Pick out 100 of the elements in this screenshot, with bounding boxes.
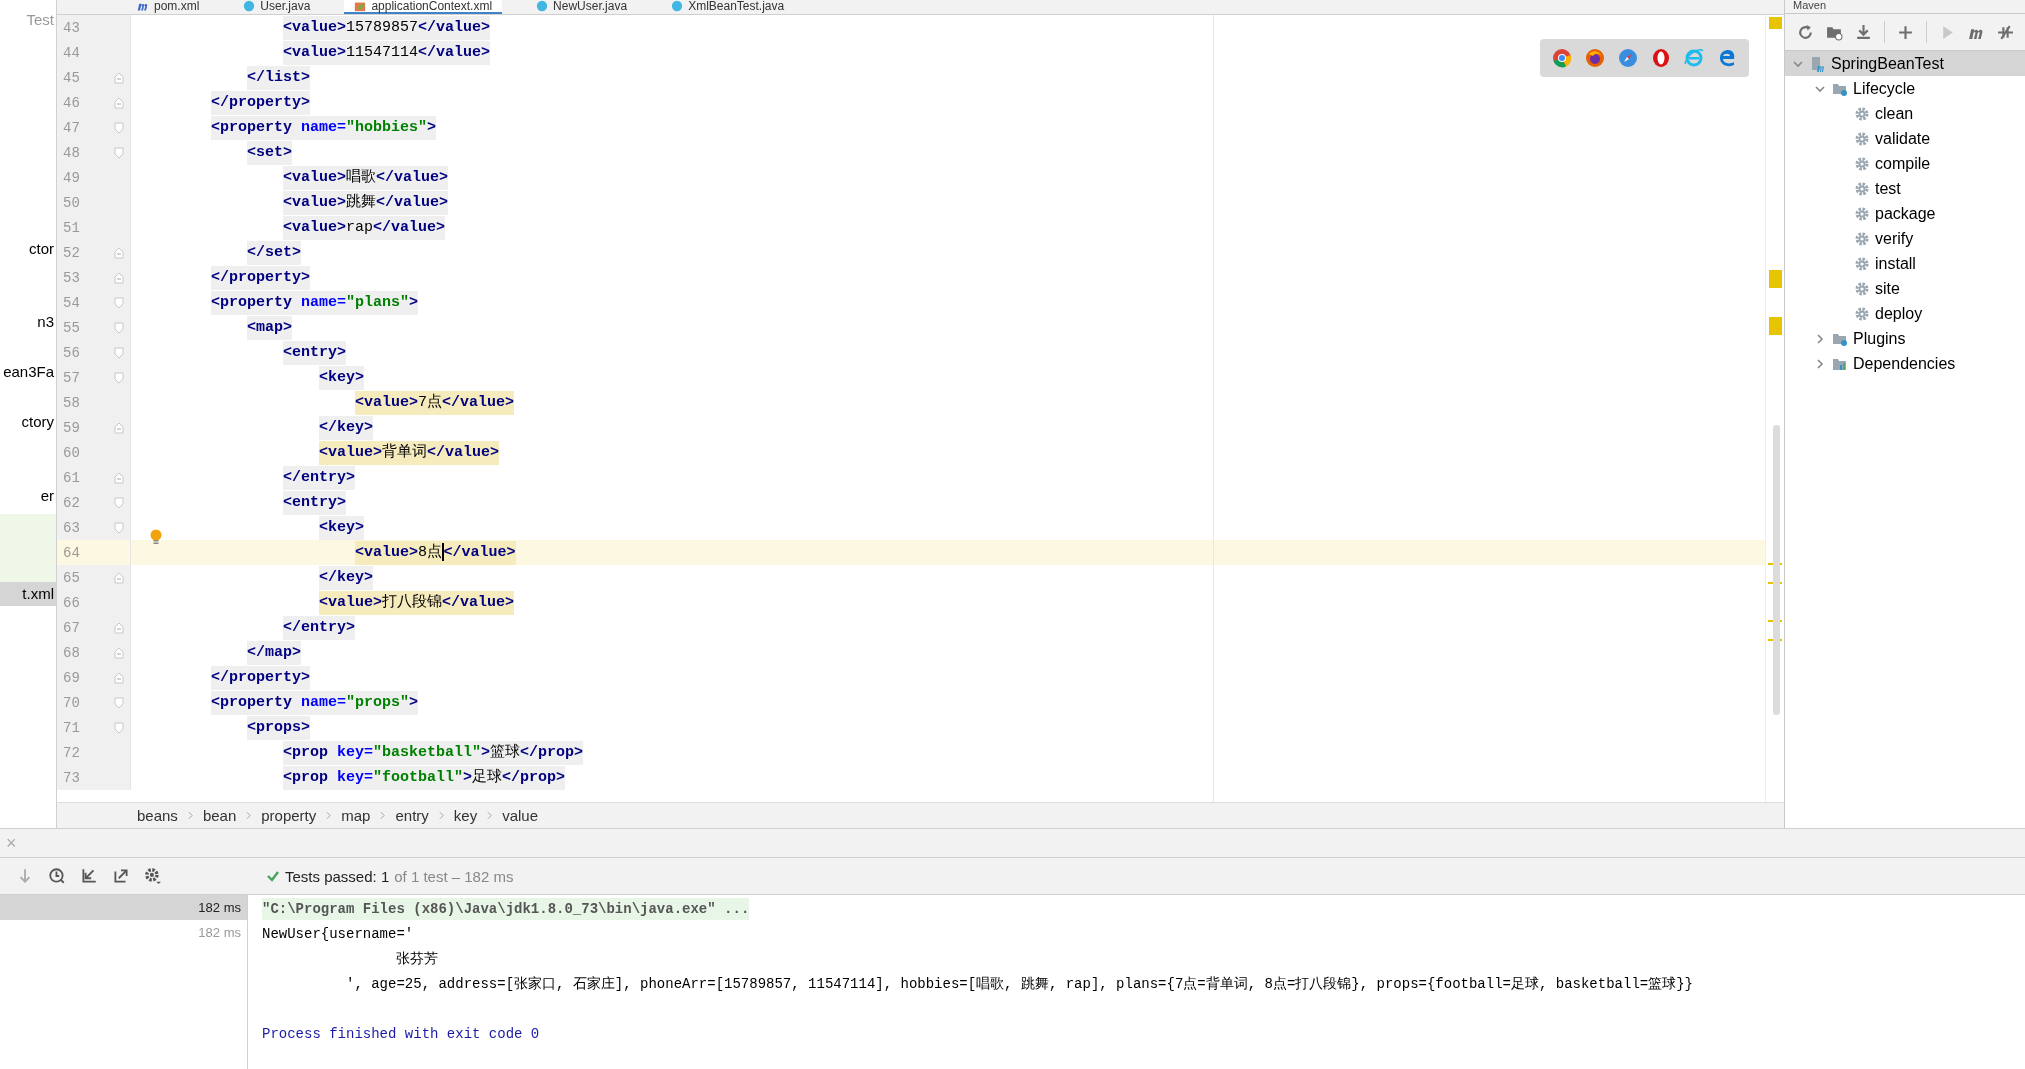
editor-tab[interactable]: XmlBeanTest.java: [661, 0, 795, 14]
warning-marker[interactable]: [1769, 17, 1782, 29]
console-line: Process finished with exit code 0: [262, 1025, 540, 1042]
editor-tab[interactable]: pom.xml: [127, 0, 210, 14]
download-icon[interactable]: [1855, 23, 1872, 41]
fold-marker-icon[interactable]: [114, 121, 124, 134]
panel-title: Maven: [1785, 0, 2025, 14]
fold-marker-icon[interactable]: [114, 71, 124, 84]
line-number: 62: [62, 494, 81, 511]
chevron-down-icon[interactable]: [1793, 58, 1803, 69]
maven-tree-item[interactable]: Plugins: [1785, 326, 2025, 351]
fold-marker-icon[interactable]: [114, 371, 124, 384]
maven-tree-item[interactable]: validate: [1785, 126, 2025, 151]
chevron-icon: [246, 811, 252, 820]
fold-marker-icon[interactable]: [114, 721, 124, 734]
skip-tests-icon[interactable]: [1997, 23, 2014, 41]
compass-icon[interactable]: [1618, 48, 1638, 68]
breadcrumb-item[interactable]: bean: [202, 807, 237, 824]
line-number: 71: [62, 719, 81, 736]
fold-marker-icon[interactable]: [114, 146, 124, 159]
warning-marker[interactable]: [1769, 317, 1782, 335]
fold-marker-icon[interactable]: [114, 271, 124, 284]
settings-icon[interactable]: [144, 867, 162, 885]
fold-marker-icon[interactable]: [114, 621, 124, 634]
fold-marker-icon[interactable]: [114, 671, 124, 684]
maven-tree-item[interactable]: SpringBeanTest: [1785, 51, 2025, 76]
plus-icon[interactable]: [1897, 23, 1914, 41]
line-number: 66: [62, 594, 81, 611]
breadcrumb-item[interactable]: key: [453, 807, 478, 824]
line-number: 59: [62, 419, 81, 436]
breadcrumb-item[interactable]: map: [341, 807, 371, 824]
editor-tab[interactable]: NewUser.java: [526, 0, 638, 14]
breadcrumb-item[interactable]: entry: [395, 807, 429, 824]
project-tree-item[interactable]: ctor: [0, 237, 56, 261]
line-number: 73: [62, 769, 81, 786]
gear-icon: [1854, 255, 1870, 272]
line-number: 45: [62, 69, 81, 86]
line-number: 58: [62, 394, 81, 411]
editor-tab[interactable]: applicationContext.xml: [344, 0, 503, 14]
maven-tree-item[interactable]: Lifecycle: [1785, 76, 2025, 101]
gear-icon: [1854, 280, 1870, 297]
maven-tree-item[interactable]: install: [1785, 251, 2025, 276]
fold-marker-icon[interactable]: [114, 646, 124, 659]
fold-marker-icon[interactable]: [114, 96, 124, 109]
firefox-icon[interactable]: [1585, 48, 1605, 68]
chrome-icon[interactable]: [1552, 48, 1572, 68]
maven-tree-item[interactable]: verify: [1785, 226, 2025, 251]
lightbulb-icon[interactable]: [149, 528, 163, 547]
chevron-right-icon[interactable]: [1815, 333, 1825, 344]
line-number: 48: [62, 144, 81, 161]
chevron-right-icon[interactable]: [1815, 358, 1825, 369]
line-number: 67: [62, 619, 81, 636]
gear-icon: [1854, 155, 1870, 172]
fold-marker-icon[interactable]: [114, 421, 124, 434]
editor-tab[interactable]: User.java: [233, 0, 321, 14]
fold-marker-icon[interactable]: [114, 296, 124, 309]
project-tree-item[interactable]: ean3Fa: [0, 360, 56, 384]
fold-marker-icon[interactable]: [114, 571, 124, 584]
project-tree-item[interactable]: n3: [0, 310, 56, 334]
clock-icon[interactable]: [48, 867, 66, 885]
opera-icon[interactable]: [1651, 48, 1671, 68]
maven-project-icon: [1810, 55, 1826, 72]
fold-marker-icon[interactable]: [114, 346, 124, 359]
warning-marker[interactable]: [1769, 270, 1782, 288]
edge-icon[interactable]: [1717, 48, 1737, 68]
line-number: 68: [62, 644, 81, 661]
export-icon[interactable]: [112, 867, 130, 885]
test-tree-item[interactable]: 182 ms: [0, 895, 247, 920]
gear-icon: [1854, 180, 1870, 197]
chevron-down-icon[interactable]: [1815, 83, 1825, 94]
project-tree-item[interactable]: ctory: [0, 410, 56, 434]
project-tree-item[interactable]: er: [0, 484, 56, 508]
maven-tree-item[interactable]: compile: [1785, 151, 2025, 176]
import-icon[interactable]: [80, 867, 98, 885]
fold-marker-icon[interactable]: [114, 696, 124, 709]
fold-marker-icon[interactable]: [114, 521, 124, 534]
maven-tree-item[interactable]: test: [1785, 176, 2025, 201]
breadcrumb-item[interactable]: value: [502, 807, 539, 824]
breadcrumb-item[interactable]: property: [261, 807, 317, 824]
line-number: 43: [62, 19, 81, 36]
gear-icon: [1854, 305, 1870, 322]
fold-marker-icon[interactable]: [114, 471, 124, 484]
refresh-icon[interactable]: [1797, 23, 1814, 41]
maven-tree-item[interactable]: deploy: [1785, 301, 2025, 326]
maven-tree-item[interactable]: clean: [1785, 101, 2025, 126]
maven-tree-item[interactable]: Dependencies: [1785, 351, 2025, 376]
breadcrumb-item[interactable]: beans: [137, 807, 178, 824]
fold-marker-icon[interactable]: [114, 496, 124, 509]
internet-explorer-icon[interactable]: [1684, 48, 1704, 68]
line-number: 61: [62, 469, 81, 486]
scrollbar-thumb[interactable]: [1773, 425, 1780, 715]
project-tree-item[interactable]: t.xml: [0, 582, 56, 606]
line-number: 72: [62, 744, 81, 761]
line-number: 69: [62, 669, 81, 686]
maven-tree-item[interactable]: package: [1785, 201, 2025, 226]
chevron-icon: [380, 811, 386, 820]
chevron-icon: [487, 811, 493, 820]
fold-marker-icon[interactable]: [114, 246, 124, 259]
fold-marker-icon[interactable]: [114, 321, 124, 334]
maven-tree-item[interactable]: site: [1785, 276, 2025, 301]
